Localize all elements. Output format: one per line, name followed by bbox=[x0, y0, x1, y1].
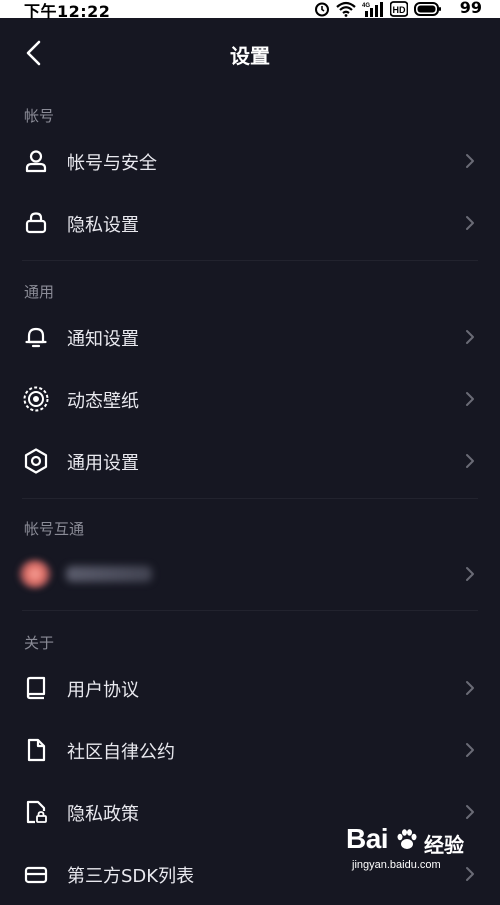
signal-icon: 4G bbox=[362, 2, 383, 17]
blurred-account-name bbox=[66, 566, 152, 582]
row-user-agreement[interactable]: 用户协议 bbox=[0, 657, 500, 719]
row-label: 动态壁纸 bbox=[67, 391, 139, 412]
row-community-guidelines[interactable]: 社区自律公约 bbox=[0, 719, 500, 781]
hd-signal-icon: HD bbox=[390, 1, 408, 17]
row-label: 隐私政策 bbox=[67, 804, 139, 825]
chevron-right-icon bbox=[466, 567, 474, 581]
watermark-url: jingyan.baidu.com bbox=[352, 859, 441, 871]
bell-icon bbox=[22, 323, 50, 351]
row-privacy-settings[interactable]: 隐私设置 bbox=[0, 192, 500, 254]
row-label: 通用设置 bbox=[67, 453, 139, 474]
row-label: 社区自律公约 bbox=[67, 742, 175, 763]
row-account-security[interactable]: 帐号与安全 bbox=[0, 130, 500, 192]
user-icon bbox=[22, 147, 50, 175]
baidu-jingyan-watermark: Bai 经验 jingyan.baidu.com bbox=[346, 823, 476, 875]
wifi-icon bbox=[336, 1, 356, 17]
gear-icon bbox=[22, 447, 50, 475]
chevron-right-icon bbox=[466, 743, 474, 757]
page-title: 设置 bbox=[230, 44, 270, 68]
privacy-lock-file-icon bbox=[22, 798, 50, 826]
row-notification-settings[interactable]: 通知设置 bbox=[0, 306, 500, 368]
section-label-general: 通用 bbox=[24, 283, 55, 301]
row-general-settings[interactable]: 通用设置 bbox=[0, 430, 500, 492]
chevron-right-icon bbox=[466, 805, 474, 819]
section-divider bbox=[22, 610, 478, 611]
battery-level: 99 bbox=[459, 0, 482, 17]
row-label: 第三方SDK列表 bbox=[67, 866, 195, 887]
svg-text:4G: 4G bbox=[362, 3, 370, 9]
section-label-account: 帐号 bbox=[24, 107, 55, 125]
svg-text:HD: HD bbox=[393, 5, 406, 15]
row-label: 通知设置 bbox=[67, 329, 139, 350]
blurred-avatar-icon bbox=[18, 559, 52, 589]
battery-icon bbox=[414, 2, 441, 16]
card-stack-icon bbox=[22, 860, 50, 888]
watermark-brand: Bai bbox=[346, 823, 389, 854]
row-live-wallpaper[interactable]: 动态壁纸 bbox=[0, 368, 500, 430]
chevron-right-icon bbox=[466, 454, 474, 468]
chevron-right-icon bbox=[466, 392, 474, 406]
chevron-right-icon bbox=[466, 216, 474, 230]
document-icon bbox=[22, 736, 50, 764]
chevron-right-icon bbox=[466, 681, 474, 695]
section-divider bbox=[22, 260, 478, 261]
live-wallpaper-icon bbox=[22, 385, 50, 413]
row-label: 用户协议 bbox=[67, 680, 139, 701]
paw-icon bbox=[397, 829, 417, 849]
book-icon bbox=[22, 674, 50, 702]
row-label: 隐私设置 bbox=[67, 215, 139, 236]
status-bar: 下午12:22 4G HD 99 bbox=[0, 0, 500, 21]
section-label-about: 关于 bbox=[24, 634, 55, 652]
chevron-right-icon bbox=[466, 330, 474, 344]
section-divider bbox=[22, 498, 478, 499]
section-label-account-linking: 帐号互通 bbox=[24, 520, 85, 538]
row-linked-account[interactable] bbox=[0, 543, 500, 605]
status-icons: 4G HD bbox=[314, 0, 442, 18]
alarm-icon bbox=[315, 2, 329, 17]
header: 设置 bbox=[0, 18, 500, 88]
chevron-right-icon bbox=[466, 154, 474, 168]
watermark-brand-suffix: 经验 bbox=[424, 833, 464, 857]
lock-icon bbox=[22, 209, 50, 237]
row-label: 帐号与安全 bbox=[67, 153, 157, 174]
